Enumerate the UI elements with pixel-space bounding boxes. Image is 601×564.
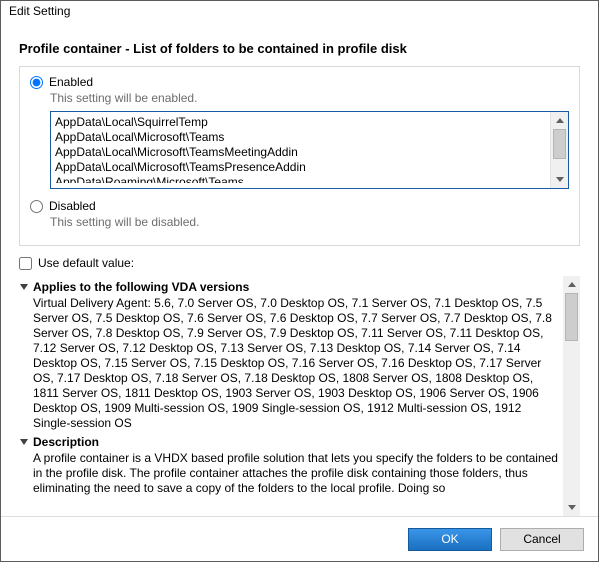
enabled-desc: This setting will be enabled. (50, 91, 569, 105)
cancel-button[interactable]: Cancel (500, 528, 584, 551)
setting-value-group: Enabled This setting will be enabled. Ap… (19, 66, 580, 246)
button-bar: OK Cancel (1, 516, 598, 561)
description-header[interactable]: Description (19, 435, 559, 449)
enabled-label: Enabled (49, 75, 93, 89)
scroll-thumb[interactable] (565, 293, 578, 341)
listbox-scrollbar[interactable] (550, 112, 568, 188)
page-title: Profile container - List of folders to b… (19, 41, 580, 56)
info-scrollbar[interactable] (563, 276, 580, 516)
disabled-label: Disabled (49, 199, 96, 213)
chevron-down-icon (19, 282, 29, 292)
scroll-thumb[interactable] (553, 129, 566, 159)
description-body: A profile container is a VHDX based prof… (33, 451, 559, 496)
folders-listbox[interactable]: AppData\Local\SquirrelTemp AppData\Local… (50, 111, 569, 189)
use-default-row[interactable]: Use default value: (19, 256, 580, 270)
enabled-radio[interactable] (30, 76, 43, 89)
scroll-down-icon[interactable] (551, 171, 568, 188)
applies-header-label: Applies to the following VDA versions (33, 280, 249, 294)
applies-body: Virtual Delivery Agent: 5.6, 7.0 Server … (33, 296, 559, 431)
use-default-checkbox[interactable] (19, 257, 32, 270)
disabled-radio[interactable] (30, 200, 43, 213)
scroll-up-icon[interactable] (551, 112, 568, 129)
applies-header[interactable]: Applies to the following VDA versions (19, 280, 559, 294)
list-item[interactable]: AppData\Local\Microsoft\TeamsMeetingAddi… (55, 145, 546, 160)
edit-setting-window: Edit Setting Profile container - List of… (0, 0, 599, 562)
enabled-radio-row[interactable]: Enabled (30, 75, 569, 89)
description-header-label: Description (33, 435, 99, 449)
scroll-track[interactable] (563, 293, 580, 499)
use-default-label: Use default value: (38, 256, 134, 270)
disabled-desc: This setting will be disabled. (50, 215, 569, 229)
chevron-down-icon (19, 437, 29, 447)
info-panel: Applies to the following VDA versions Vi… (19, 276, 563, 516)
ok-button[interactable]: OK (408, 528, 492, 551)
list-item[interactable]: AppData\Local\SquirrelTemp (55, 115, 546, 130)
disabled-radio-row[interactable]: Disabled (30, 199, 569, 213)
list-item[interactable]: AppData\Local\Microsoft\TeamsPresenceAdd… (55, 160, 546, 175)
scroll-up-icon[interactable] (563, 276, 580, 293)
window-title: Edit Setting (1, 1, 598, 28)
scroll-track[interactable] (551, 129, 568, 171)
list-item[interactable]: AppData\Roaming\Microsoft\Teams (55, 175, 546, 183)
list-item[interactable]: AppData\Local\Microsoft\Teams (55, 130, 546, 145)
scroll-down-icon[interactable] (563, 499, 580, 516)
